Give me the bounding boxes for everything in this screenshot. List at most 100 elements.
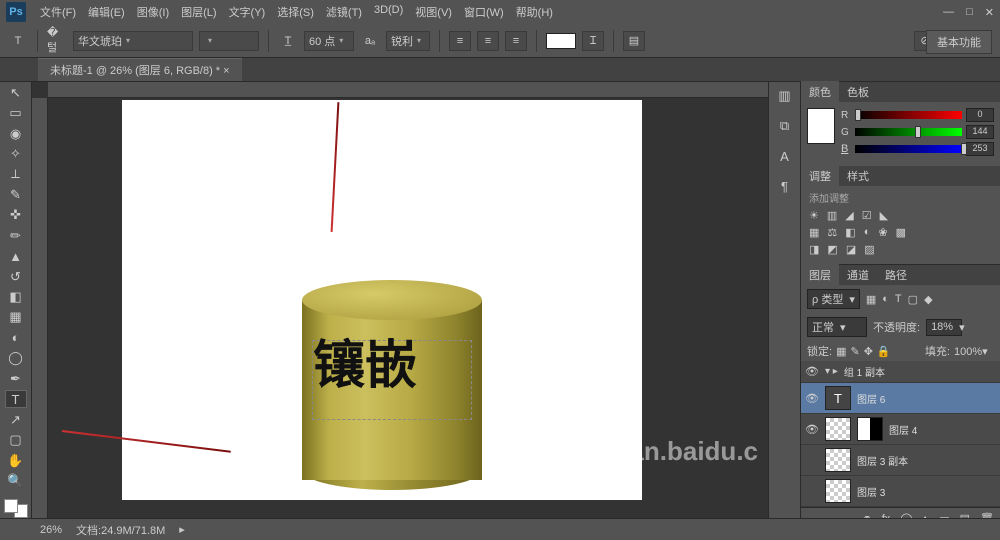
antialias-dropdown[interactable]: 锐利▾ <box>386 31 430 51</box>
lock-icon[interactable]: ✎ <box>850 345 859 358</box>
menu-file[interactable]: 文件(F) <box>36 2 80 22</box>
warp-text-button[interactable]: Ɪ <box>582 31 604 51</box>
shape-tool[interactable]: ▢ <box>5 431 27 448</box>
zoom-tool[interactable]: 🔍 <box>5 472 27 489</box>
font-family-dropdown[interactable]: 华文琥珀▾ <box>73 31 193 51</box>
menu-edit[interactable]: 编辑(E) <box>84 2 129 22</box>
menu-help[interactable]: 帮助(H) <box>512 2 557 22</box>
brush-tool[interactable]: ✏ <box>5 227 27 244</box>
menu-select[interactable]: 选择(S) <box>273 2 318 22</box>
actions-panel-icon[interactable]: ⧉ <box>774 116 796 136</box>
history-brush-tool[interactable]: ↺ <box>5 268 27 285</box>
menu-view[interactable]: 视图(V) <box>411 2 456 22</box>
align-right-button[interactable]: ≡ <box>505 31 527 51</box>
font-style-dropdown[interactable]: ▾ <box>199 31 259 51</box>
lock-icon[interactable]: ▦ <box>836 345 846 358</box>
pen-tool[interactable]: ✒ <box>5 370 27 387</box>
align-center-button[interactable]: ≡ <box>477 31 499 51</box>
adj-icon[interactable]: ⚖ <box>827 226 837 239</box>
filter-icon[interactable]: ▦ <box>866 293 876 306</box>
eraser-tool[interactable]: ◧ <box>5 288 27 305</box>
adj-icon[interactable]: ▨ <box>864 243 874 256</box>
tab-layers[interactable]: 图层 <box>801 264 839 286</box>
lock-icon[interactable]: ✥ <box>864 345 873 358</box>
heal-tool[interactable]: ✜ <box>5 207 27 224</box>
color-picker[interactable] <box>4 499 28 518</box>
adj-icon[interactable]: ▦ <box>809 226 819 239</box>
filter-icon[interactable]: ◆ <box>924 293 932 306</box>
crop-tool[interactable]: ⟂ <box>5 166 27 183</box>
maximize-icon[interactable]: □ <box>966 6 973 19</box>
align-left-button[interactable]: ≡ <box>449 31 471 51</box>
tab-paths[interactable]: 路径 <box>877 264 915 286</box>
adj-icon[interactable]: ☑ <box>862 209 872 222</box>
tab-close-icon[interactable]: × <box>223 65 229 77</box>
stamp-tool[interactable]: ▲ <box>5 247 27 264</box>
visibility-icon[interactable]: 👁 <box>805 365 819 378</box>
menu-3d[interactable]: 3D(D) <box>370 2 407 22</box>
blend-mode-dropdown[interactable]: 正常▾ <box>807 317 867 337</box>
menu-window[interactable]: 窗口(W) <box>460 2 508 22</box>
minimize-icon[interactable]: — <box>943 6 954 19</box>
filter-icon[interactable]: ▢ <box>908 293 918 306</box>
dodge-tool[interactable]: ◯ <box>5 349 27 366</box>
layer-row[interactable]: 👁▾ ▸组 1 副本 <box>801 361 1000 383</box>
slider-r[interactable] <box>855 111 962 119</box>
adj-icon[interactable]: ◧ <box>845 226 855 239</box>
adj-icon[interactable]: ▩ <box>896 226 906 239</box>
para-panel-icon[interactable]: ¶ <box>774 176 796 196</box>
history-panel-icon[interactable]: ▥ <box>774 86 796 106</box>
doc-info[interactable]: 文档:24.9M/71.8M <box>76 522 165 538</box>
filter-icon[interactable]: ◐ <box>882 293 889 305</box>
menu-filter[interactable]: 滤镜(T) <box>322 2 366 22</box>
document-tab[interactable]: 未标题-1 @ 26% (图层 6, RGB/8) * × <box>38 58 242 81</box>
menu-image[interactable]: 图像(I) <box>133 2 173 22</box>
tab-styles[interactable]: 样式 <box>839 165 877 187</box>
slider-b[interactable] <box>855 145 962 153</box>
adj-icon[interactable]: ◐ <box>864 226 871 239</box>
lasso-tool[interactable]: ◉ <box>5 125 27 142</box>
layer-row[interactable]: 图层 3 副本 <box>801 445 1000 476</box>
tab-adjustments[interactable]: 调整 <box>801 165 839 187</box>
gradient-tool[interactable]: ▦ <box>5 309 27 326</box>
adj-icon[interactable]: ◪ <box>846 243 856 256</box>
filter-icon[interactable]: T <box>895 293 902 305</box>
char-panel-icon[interactable]: A <box>774 146 796 166</box>
zoom-level[interactable]: 26% <box>40 524 62 536</box>
color-preview[interactable] <box>807 108 835 144</box>
tab-swatches[interactable]: 色板 <box>839 81 877 103</box>
adj-icon[interactable]: ◨ <box>809 243 819 256</box>
opacity-input[interactable]: 18%▾ <box>926 319 962 336</box>
adj-icon[interactable]: ◣ <box>880 209 888 222</box>
char-panel-button[interactable]: ▤ <box>623 31 645 51</box>
menu-layer[interactable]: 图层(L) <box>177 2 220 22</box>
menu-type[interactable]: 文字(Y) <box>225 2 270 22</box>
layer-filter-dropdown[interactable]: ρ 类型▾ <box>807 289 860 309</box>
visibility-icon[interactable]: 👁 <box>805 392 819 405</box>
text-color-swatch[interactable] <box>546 33 576 49</box>
text-box[interactable]: 镶嵌 <box>312 340 472 420</box>
layer-row[interactable]: 👁T图层 6 <box>801 383 1000 414</box>
fill-input[interactable]: 100%▾ <box>954 345 994 358</box>
path-tool[interactable]: ↗ <box>5 411 27 428</box>
layer-row[interactable]: 👁图层 4 <box>801 414 1000 445</box>
hand-tool[interactable]: ✋ <box>5 452 27 469</box>
orientation-icon[interactable]: �털 <box>47 32 67 50</box>
tab-channels[interactable]: 通道 <box>839 264 877 286</box>
layer-row[interactable]: 图层 3 <box>801 476 1000 507</box>
adj-icon[interactable]: ◩ <box>827 243 837 256</box>
tab-color[interactable]: 颜色 <box>801 81 839 103</box>
eyedropper-tool[interactable]: ✎ <box>5 186 27 203</box>
workspace-switcher[interactable]: 基本功能 <box>926 30 992 54</box>
visibility-icon[interactable]: 👁 <box>805 423 819 436</box>
type-tool[interactable]: T <box>5 390 27 408</box>
wand-tool[interactable]: ✧ <box>5 145 27 162</box>
lock-icon[interactable]: 🔒 <box>877 345 891 358</box>
adj-icon[interactable]: ▥ <box>827 209 837 222</box>
close-icon[interactable]: ✕ <box>985 6 994 19</box>
blur-tool[interactable]: ◐ <box>5 329 27 346</box>
adj-icon[interactable]: ☀ <box>809 209 819 222</box>
move-tool[interactable]: ↖ <box>5 84 27 101</box>
adj-icon[interactable]: ❀ <box>878 226 887 239</box>
slider-g[interactable] <box>855 128 962 136</box>
